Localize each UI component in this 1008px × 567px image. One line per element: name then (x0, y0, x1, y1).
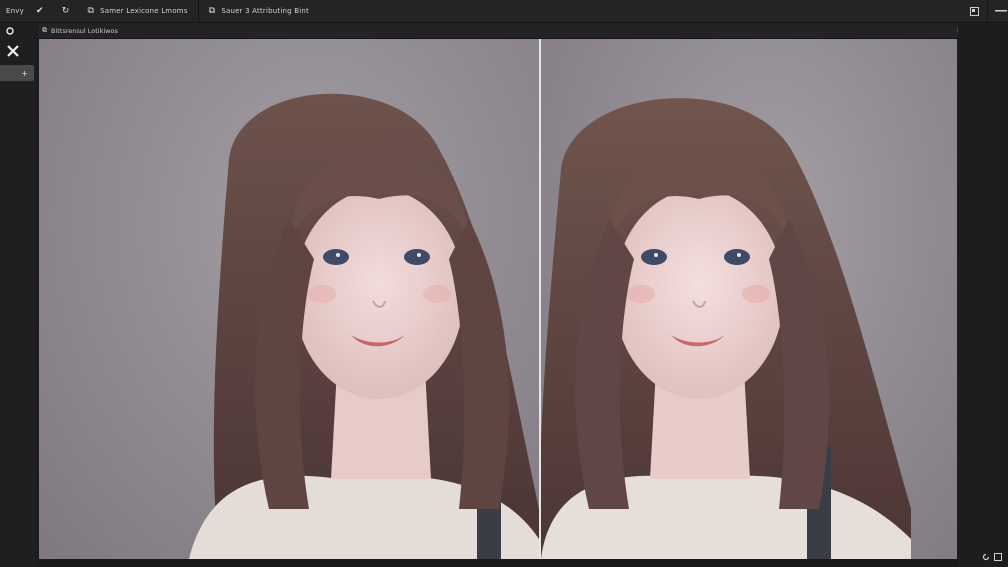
layers-icon: ⧉ (87, 6, 95, 16)
portrait-image-after (541, 98, 911, 559)
portrait-image-before (189, 93, 539, 559)
refresh-icon: ↻ (61, 6, 70, 16)
minimize-button[interactable] (994, 4, 1008, 18)
menu-envy[interactable]: Envy (0, 0, 30, 22)
left-toolbar: + (0, 23, 36, 567)
toolbar-group-2-label: Sauer 3 Attributing Bint (221, 7, 309, 15)
tile-window-button[interactable] (967, 4, 981, 18)
close-button[interactable] (0, 39, 36, 63)
toolbar-group-2[interactable]: ⧉ Sauer 3 Attributing Bint (203, 0, 315, 22)
top-toolbar: Envy ✔ ↻ ⧉ Samer Lexicone Lmoms ⧉ Sauer … (0, 0, 1008, 23)
rotate-icon (982, 553, 990, 561)
close-icon (7, 45, 19, 57)
comparison-pane-after (541, 39, 957, 559)
refresh-button[interactable]: ↻ (56, 0, 82, 22)
document-icon: ⧉ (42, 26, 47, 34)
toolbar-group-1-label: Samer Lexicone Lmoms (100, 7, 188, 15)
fit-view-icon (994, 553, 1002, 561)
add-tab-button[interactable]: + (0, 65, 34, 81)
minimize-icon (995, 9, 1007, 11)
menu-label: Envy (6, 7, 24, 15)
comparison-pane-before (39, 39, 539, 559)
toolbar-group-1[interactable]: ⧉ Samer Lexicone Lmoms (81, 0, 193, 22)
toolbar-divider (197, 0, 199, 22)
tile-window-icon (969, 6, 979, 16)
check-icon: ✔ (35, 6, 44, 16)
document-tab-bar: ⧉ Bittsrensul Lotikiwos (38, 23, 968, 39)
check-button[interactable]: ✔ (30, 0, 56, 22)
canvas-controls (982, 553, 1002, 563)
image-canvas[interactable] (39, 39, 957, 559)
layers-icon: ⧉ (208, 6, 216, 16)
status-strip (39, 559, 957, 567)
plus-icon: + (21, 68, 28, 78)
window-controls (967, 0, 1008, 22)
rotate-button[interactable] (982, 553, 990, 563)
window-controls-divider (987, 0, 988, 22)
document-tab-label[interactable]: Bittsrensul Lotikiwos (51, 27, 118, 35)
circle-icon (6, 27, 14, 35)
right-side-panel (958, 23, 1008, 567)
record-button[interactable] (0, 23, 36, 39)
fit-view-button[interactable] (994, 553, 1002, 563)
